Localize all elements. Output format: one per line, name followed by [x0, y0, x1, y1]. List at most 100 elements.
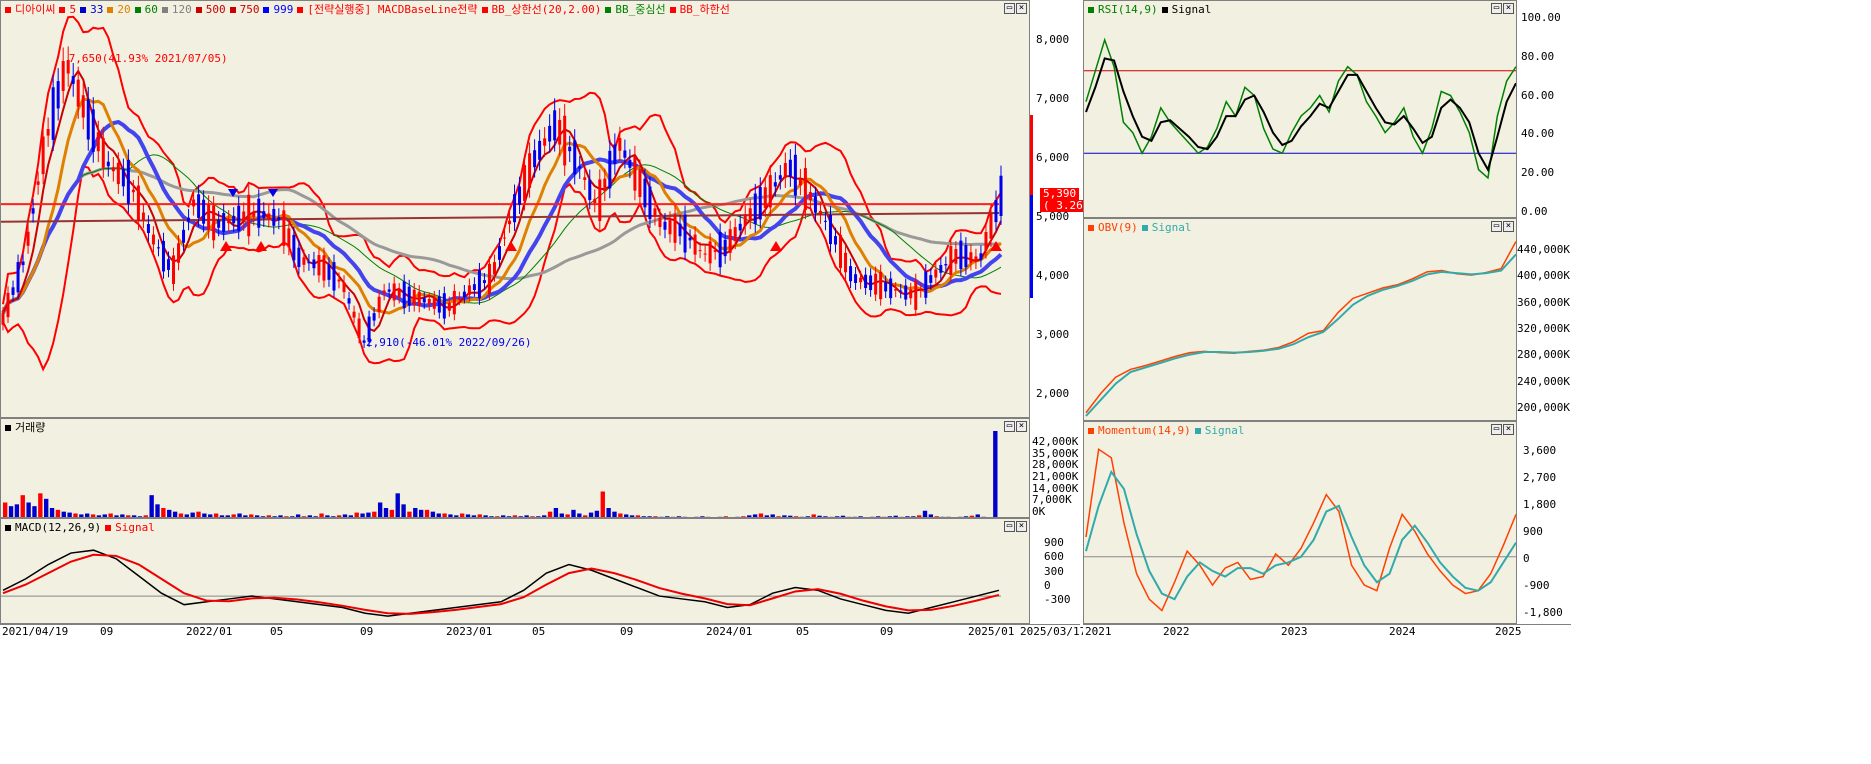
- legend-item: Signal: [1194, 424, 1244, 437]
- candle-body: [643, 178, 647, 208]
- candle-body: [352, 311, 356, 318]
- volume-bar: [389, 509, 395, 517]
- restore-icon[interactable]: ▭: [1004, 421, 1015, 432]
- volume-chart: [3, 431, 998, 517]
- candle-body: [156, 247, 160, 249]
- close-icon[interactable]: ×: [1503, 221, 1514, 232]
- price-legend: 디아이씨 5 33 20 60 120 500 750 999 [전략실행중] MACDBaseL…: [5, 3, 734, 16]
- restore-icon[interactable]: ▭: [1491, 221, 1502, 232]
- candle-body: [593, 198, 597, 203]
- candle-body: [648, 186, 652, 220]
- macd-panel[interactable]: MACD(12,26,9) Signal ▭ ×: [0, 518, 1030, 624]
- candle-body: [302, 257, 306, 265]
- candle-body: [598, 179, 602, 222]
- volume-panel[interactable]: 거래량 ▭ ×: [0, 418, 1030, 518]
- candle-body: [828, 215, 832, 245]
- y-tick-label: 320,000K: [1517, 322, 1570, 335]
- momentum-window-buttons[interactable]: ▭ ×: [1490, 424, 1514, 435]
- candle-body: [422, 298, 426, 303]
- x-tick-label: 2021/04/19: [2, 625, 69, 638]
- restore-icon[interactable]: ▭: [1491, 424, 1502, 435]
- signal-line: [1085, 253, 1516, 417]
- restore-icon[interactable]: ▭: [1491, 3, 1502, 14]
- restore-icon[interactable]: ▭: [1004, 3, 1015, 14]
- candle-body: [999, 175, 1003, 217]
- y-tick-label: 2,700: [1523, 471, 1557, 484]
- restore-icon[interactable]: ▭: [1004, 521, 1015, 532]
- close-icon[interactable]: ×: [1503, 3, 1514, 14]
- legend-item: 120: [161, 3, 192, 16]
- candle-body: [683, 214, 687, 253]
- legend-label: BB_중심선: [615, 3, 666, 16]
- candle-body: [342, 282, 346, 293]
- volume-bar: [600, 491, 605, 517]
- y-tick-label: 100.00: [1521, 11, 1561, 24]
- price-panel[interactable]: 7,650(41.93% 2021/07/05) 2,910(-46.01% 20…: [0, 0, 1030, 418]
- x-tick-label: 05: [270, 625, 284, 638]
- close-icon[interactable]: ×: [1016, 3, 1027, 14]
- candle-body: [914, 280, 918, 310]
- candle-body: [969, 252, 973, 263]
- candle-body: [262, 211, 266, 219]
- legend-item: 20: [107, 3, 131, 16]
- x-tick-label: 2025/03/17: [1020, 625, 1087, 638]
- close-icon[interactable]: ×: [1016, 421, 1027, 432]
- right-xaxis: 2021 2022 2023 2024 2025: [1083, 624, 1571, 641]
- legend-swatch: [5, 7, 11, 13]
- candle-body: [327, 264, 331, 280]
- candle-body: [56, 81, 60, 109]
- candle-body: [608, 150, 612, 189]
- candle-body: [317, 255, 321, 276]
- price-window-buttons[interactable]: ▭ ×: [1003, 3, 1027, 14]
- candle-body: [528, 153, 532, 188]
- candle-body: [889, 278, 893, 299]
- volume-bar: [401, 504, 406, 517]
- candle-body: [272, 208, 276, 226]
- momentum-panel[interactable]: Momentum(14,9) Signal ▭ ×: [1083, 421, 1517, 624]
- close-icon[interactable]: ×: [1016, 521, 1027, 532]
- low-annotation: 2,910(-46.01% 2022/09/26): [366, 336, 532, 349]
- rsi-panel[interactable]: RSI(14,9) Signal ▭ ×: [1083, 0, 1517, 218]
- candle-body: [638, 169, 642, 197]
- candle-body: [753, 193, 757, 225]
- volume-bar: [55, 509, 61, 517]
- candle-body: [834, 236, 838, 245]
- rsi-window-buttons[interactable]: ▭ ×: [1490, 3, 1514, 14]
- candle-body: [267, 213, 271, 219]
- x-tick-label: 2024: [1389, 625, 1416, 638]
- volume-window-buttons[interactable]: ▭ ×: [1003, 421, 1027, 432]
- legend-label: 120: [171, 3, 192, 16]
- y-tick-label: 900: [1044, 536, 1064, 549]
- obv-window-buttons[interactable]: ▭ ×: [1490, 221, 1514, 232]
- legend-swatch: [1088, 428, 1094, 434]
- candle-body: [553, 110, 557, 141]
- candle-body: [658, 217, 662, 228]
- candle-body: [583, 177, 587, 180]
- legend-label: Signal: [1151, 221, 1192, 234]
- candle-body: [101, 138, 105, 168]
- candle-body: [783, 162, 787, 178]
- buy-arrow-icon: [770, 241, 782, 251]
- y-tick-label: 600: [1044, 550, 1064, 564]
- obv-panel[interactable]: OBV(9) Signal ▭ ×: [1083, 218, 1517, 421]
- candle-body: [482, 280, 486, 284]
- macd-window-buttons[interactable]: ▭ ×: [1003, 521, 1027, 532]
- candle-body: [347, 298, 351, 304]
- legend-swatch: [80, 7, 87, 13]
- obv-chart: [1085, 241, 1516, 417]
- legend-label: [전략실행중] MACDBaseLine전략: [307, 3, 478, 16]
- candle-body: [613, 144, 617, 165]
- candle-body: [678, 223, 682, 237]
- candle-body: [222, 213, 226, 232]
- momentum-yaxis: 3,600 2,700 1,800 900 0 -900 -1,800: [1517, 421, 1571, 624]
- legend-item: Signal: [1161, 3, 1211, 16]
- candle-body: [894, 288, 898, 291]
- candle-body: [287, 228, 291, 248]
- signal-line: [1085, 469, 1516, 601]
- close-icon[interactable]: ×: [1503, 424, 1514, 435]
- candle-body: [758, 187, 762, 220]
- candle-body: [718, 231, 722, 268]
- candle-body: [141, 212, 145, 220]
- volume-profile-bar-red: [1030, 115, 1033, 195]
- candle-body: [86, 99, 90, 140]
